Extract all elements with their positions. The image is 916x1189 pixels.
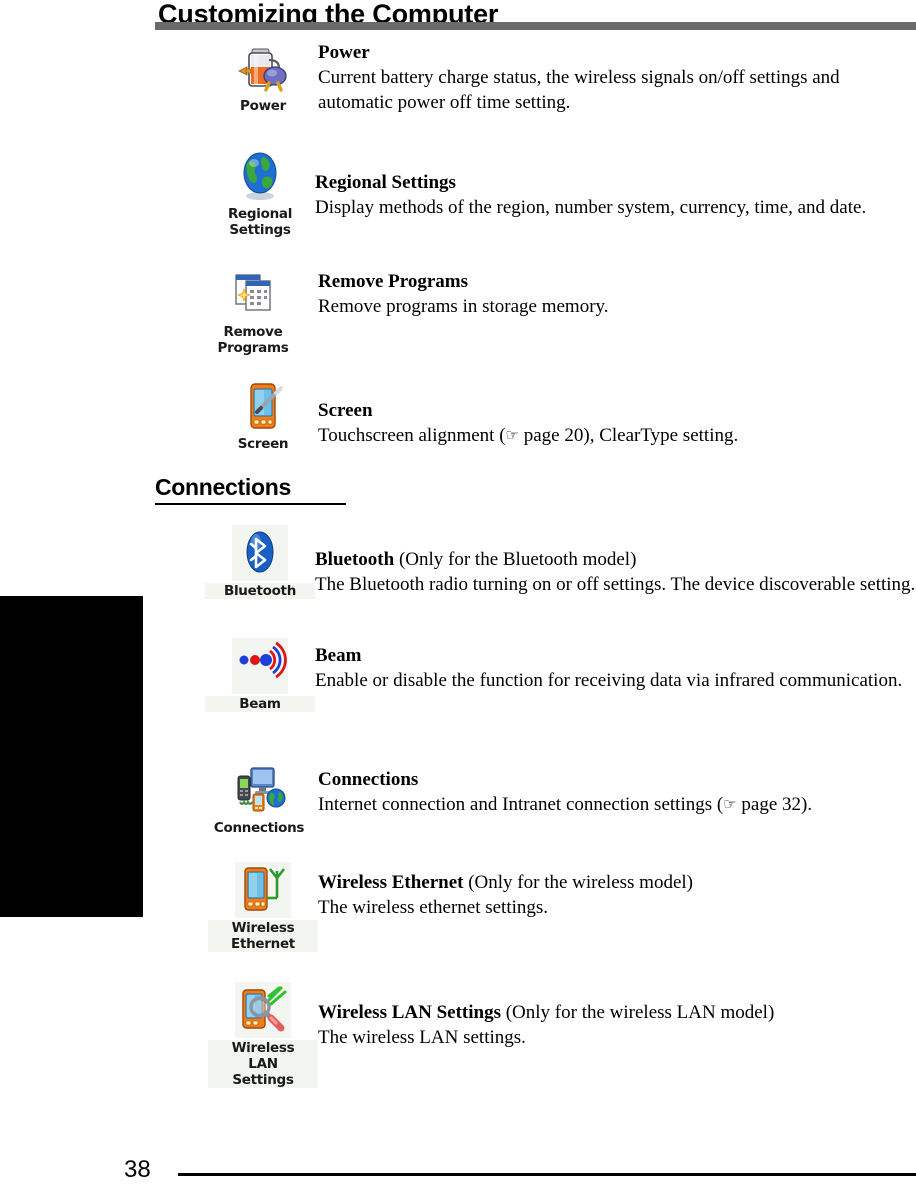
footer-rule [178, 1173, 916, 1176]
regional-settings-entry-title-line: Regional Settings [315, 170, 915, 195]
connections-entry-title-line: Connections [318, 767, 916, 792]
regional-settings-entry-description: Display methods of the region, number sy… [315, 197, 867, 218]
wireless-lan-settings-icon [235, 982, 291, 1038]
wireless-lan-settings-icon-group: Wireless LAN Settings [208, 982, 318, 1088]
regional-settings-icon [232, 148, 288, 204]
screen-description-ref: page 20) [519, 425, 590, 446]
bluetooth-entry-title-line: Bluetooth (Only for the Bluetooth model) [315, 547, 916, 572]
connections-description-ref: page 32) [736, 794, 808, 815]
power-entry-description: Current battery charge status, the wirel… [318, 67, 840, 113]
beam-entry-title-line: Beam [315, 643, 916, 668]
bluetooth-icon [232, 525, 288, 581]
connections-entry-title: Connections [318, 769, 419, 790]
remove-programs-icon [225, 266, 281, 322]
wireless-ethernet-icon [235, 862, 291, 918]
wireless-lan-settings-icon-caption: Wireless LAN Settings [208, 1040, 318, 1088]
wireless-ethernet-entry-title: Wireless Ethernet [318, 872, 464, 893]
beam-entry-text: Beam Enable or disable the function for … [315, 643, 916, 693]
regional-settings-entry-text: Regional Settings Display methods of the… [315, 170, 915, 220]
screen-icon-caption: Screen [237, 436, 289, 452]
connections-description-pre: Internet connection and Intranet connect… [318, 794, 724, 815]
wireless-ethernet-entry-text: Wireless Ethernet (Only for the wireless… [318, 870, 916, 920]
screen-entry-title: Screen [318, 400, 373, 421]
regional-settings-icon-caption: Regional Settings [227, 206, 293, 238]
beam-entry-title: Beam [315, 645, 362, 666]
power-entry-text: Power Current battery charge status, the… [318, 40, 916, 115]
connections-icon-caption: Connections [213, 820, 305, 836]
power-entry-title-line: Power [318, 40, 916, 65]
connections-entry-text: Connections Internet connection and Intr… [318, 767, 916, 817]
regional-settings-icon-group: Regional Settings [205, 148, 315, 238]
connections-icon-group: Connections [200, 762, 318, 836]
page-reference-hand-icon: ☞ [723, 795, 737, 813]
bluetooth-entry-description: The Bluetooth radio turning on or off se… [315, 574, 916, 595]
wireless-ethernet-entry-description: The wireless ethernet settings. [318, 897, 549, 918]
title-accent-bar [155, 22, 916, 30]
screen-description-post: , ClearType setting. [589, 425, 739, 446]
beam-icon-caption: Beam [205, 696, 315, 712]
page-number: 38 [124, 1156, 151, 1183]
remove-programs-icon-caption: Remove Programs [217, 324, 289, 356]
wireless-lan-settings-entry-title: Wireless LAN Settings [318, 1002, 501, 1023]
wireless-lan-settings-entry-title-line: Wireless LAN Settings (Only for the wire… [318, 1000, 916, 1025]
screen-entry-text: Screen Touchscreen alignment (☞ page 20)… [318, 398, 916, 448]
beam-icon-group: Beam [205, 638, 315, 712]
page-reference-hand-icon: ☞ [505, 426, 519, 444]
screen-icon-group: Screen [208, 378, 318, 452]
power-icon [235, 40, 291, 96]
remove-programs-entry-title-line: Remove Programs [318, 269, 916, 294]
connections-icon [231, 762, 287, 818]
wireless-lan-settings-entry-qualifier: (Only for the wireless LAN model) [500, 1002, 775, 1023]
beam-entry-description: Enable or disable the function for recei… [315, 670, 903, 691]
wireless-lan-settings-entry-description: The wireless LAN settings. [318, 1027, 526, 1048]
power-icon-caption: Power [240, 98, 286, 114]
power-icon-group: Power [208, 40, 318, 114]
page-footer: 38 [0, 1156, 916, 1189]
remove-programs-entry-text: Remove Programs Remove programs in stora… [318, 269, 916, 319]
remove-programs-entry-description: Remove programs in storage memory. [318, 296, 609, 317]
remove-programs-icon-group: Remove Programs [198, 266, 308, 356]
wireless-lan-settings-entry-text: Wireless LAN Settings (Only for the wire… [318, 1000, 916, 1050]
wireless-ethernet-entry-qualifier: (Only for the wireless model) [463, 872, 693, 893]
regional-settings-entry-title: Regional Settings [315, 172, 456, 193]
bluetooth-icon-group: Bluetooth [205, 525, 315, 599]
bluetooth-entry-qualifier: (Only for the Bluetooth model) [394, 549, 637, 570]
connections-description-post: . [807, 794, 813, 815]
screen-icon [235, 378, 291, 434]
beam-icon [232, 638, 288, 694]
wireless-ethernet-icon-caption: Wireless Ethernet [208, 920, 318, 952]
power-entry-title: Power [318, 42, 370, 63]
section-heading-connections: Connections [155, 474, 346, 505]
screen-description-pre: Touchscreen alignment ( [318, 425, 506, 446]
screen-entry-title-line: Screen [318, 398, 916, 423]
connections-entry-description: Internet connection and Intranet connect… [318, 792, 916, 817]
bluetooth-entry-text: Bluetooth (Only for the Bluetooth model)… [315, 547, 916, 597]
bluetooth-icon-caption: Bluetooth [205, 583, 315, 599]
chapter-thumb-tab [0, 596, 143, 917]
remove-programs-entry-title: Remove Programs [318, 271, 469, 292]
wireless-ethernet-icon-group: Wireless Ethernet [208, 862, 318, 952]
wireless-ethernet-entry-title-line: Wireless Ethernet (Only for the wireless… [318, 870, 916, 895]
screen-entry-description: Touchscreen alignment (☞ page 20), Clear… [318, 423, 916, 448]
bluetooth-entry-title: Bluetooth [315, 549, 395, 570]
